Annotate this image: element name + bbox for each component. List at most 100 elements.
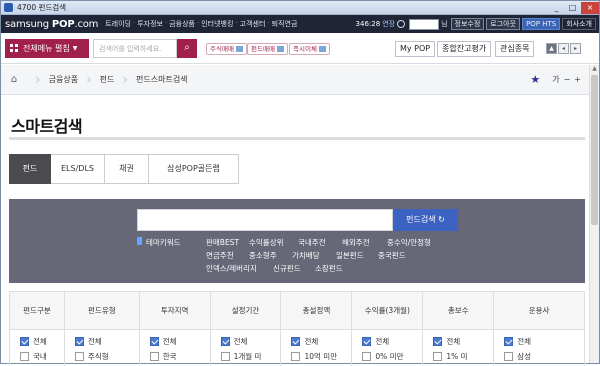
widget-expand-icon[interactable]: ▲	[546, 43, 557, 54]
watchlist-button[interactable]: 관심종목	[495, 41, 535, 57]
font-increase-button[interactable]: +	[574, 75, 581, 84]
product-tabs: 펀드 ELS/DLS 채권 삼성POP골든랩	[9, 154, 239, 184]
checkbox[interactable]	[220, 352, 230, 361]
checkbox-option[interactable]: 주식형	[74, 349, 139, 364]
logout-button[interactable]: 로그아웃	[486, 18, 521, 30]
checkbox-option[interactable]: 1개월 미	[220, 349, 281, 364]
grid-icon	[10, 44, 19, 53]
minimize-button[interactable]: _	[549, 2, 564, 14]
menu-financial-products[interactable]: 금융상품	[169, 19, 195, 29]
checkbox[interactable]	[74, 352, 84, 361]
chart-icon	[235, 46, 243, 52]
keyword-link[interactable]: 가치배당	[292, 250, 320, 261]
keyword-link[interactable]: 수익률상위	[249, 237, 284, 248]
checkbox-all[interactable]: 전체	[362, 334, 422, 349]
quick-transfer-button[interactable]: 즉시이체	[289, 43, 330, 55]
checkbox-all[interactable]: 전체	[220, 334, 281, 349]
site-search-input[interactable]: 검색어를 입력하세요.	[93, 39, 177, 58]
checkbox[interactable]	[362, 337, 372, 346]
vertical-scrollbar[interactable]: ▲	[589, 65, 599, 363]
user-name-field	[409, 18, 440, 30]
keyword-link[interactable]: 중국펀드	[378, 250, 406, 261]
tab-bond[interactable]: 채권	[105, 154, 149, 184]
tab-golden-wrap[interactable]: 삼성POP골든랩	[149, 154, 239, 184]
checkbox-option[interactable]: 0% 미만	[362, 349, 422, 364]
fund-search-input[interactable]	[137, 209, 393, 231]
checkbox[interactable]	[149, 352, 159, 361]
menu-trading[interactable]: 트레이딩	[105, 19, 131, 29]
menu-internet-banking[interactable]: 인터넷뱅킹	[201, 19, 233, 29]
close-button[interactable]: ×	[581, 1, 599, 14]
breadcrumb-smart-search[interactable]: 펀드스마트검색	[136, 74, 188, 85]
maximize-button[interactable]: □	[565, 2, 580, 14]
fund-search-button[interactable]: 펀드검색 ↻	[393, 209, 458, 231]
home-icon[interactable]: ⌂	[1, 74, 27, 85]
extend-session-link[interactable]: 연장	[382, 19, 395, 29]
keyword-link[interactable]: 인덱스/레버리지	[206, 263, 257, 274]
checkbox-option[interactable]: 국내	[20, 349, 64, 364]
font-decrease-button[interactable]: −	[564, 75, 571, 84]
keyword-link[interactable]: 일본펀드	[336, 250, 364, 261]
checkbox[interactable]	[20, 337, 29, 346]
my-pop-button[interactable]: My POP	[395, 41, 436, 57]
checkbox[interactable]	[504, 352, 514, 361]
all-menu-button[interactable]: 전체메뉴 펼침 ▼	[5, 39, 89, 58]
pop-hts-button[interactable]: POP HTS	[522, 18, 561, 30]
checkbox[interactable]	[362, 352, 372, 361]
checkbox-all[interactable]: 전체	[20, 334, 64, 349]
keyword-link[interactable]: 해외주전	[342, 237, 370, 248]
menu-invest-info[interactable]: 투자정보	[137, 19, 163, 29]
menu-pension[interactable]: 퇴직연금	[272, 19, 298, 29]
breadcrumb-products[interactable]: 금융상품	[49, 74, 78, 85]
checkbox-option[interactable]: 10억 미만	[291, 349, 351, 364]
keyword-link[interactable]: 판매BEST	[206, 237, 239, 248]
keyword-link[interactable]: 중소형주	[249, 250, 277, 261]
quick-fund-trade-button[interactable]: 펀드매매	[247, 43, 288, 55]
gear-icon[interactable]	[397, 20, 406, 28]
card-icon	[276, 46, 284, 52]
tab-els-dls[interactable]: ELS/DLS	[51, 154, 105, 184]
tab-fund[interactable]: 펀드	[9, 154, 51, 184]
checkbox-all[interactable]: 전체	[291, 334, 351, 349]
checkbox-option[interactable]: 삼성	[504, 349, 584, 364]
title-divider	[9, 137, 585, 140]
scroll-up-icon[interactable]: ▲	[590, 65, 599, 74]
breadcrumb-fund[interactable]: 펀드	[100, 74, 115, 85]
keyword-link[interactable]: 국내주전	[298, 237, 326, 248]
checkbox[interactable]	[74, 337, 84, 346]
edit-info-button[interactable]: 정보수정	[450, 18, 485, 30]
checkbox[interactable]	[291, 352, 301, 361]
checkbox[interactable]	[433, 352, 443, 361]
filter-cell: 전체 국내	[9, 329, 65, 366]
company-intro-link[interactable]: 회사소개	[562, 18, 596, 30]
keyword-link[interactable]: 소장펀드	[315, 263, 343, 274]
keyword-link[interactable]: 중수익/안정형	[387, 237, 431, 248]
scrollbar-thumb[interactable]	[591, 75, 598, 225]
checkbox-all[interactable]: 전체	[433, 334, 493, 349]
checkbox[interactable]	[220, 337, 230, 346]
widget-prev-icon[interactable]: ◂	[558, 43, 569, 54]
checkbox-all[interactable]: 전체	[74, 334, 139, 349]
checkbox[interactable]	[433, 337, 443, 346]
search-button[interactable]: ⌕	[177, 39, 197, 58]
samsung-pop-logo[interactable]: samsung POP.com	[5, 19, 98, 30]
total-balance-button[interactable]: 종합잔고평가	[437, 41, 492, 57]
star-icon[interactable]: ★	[530, 73, 540, 86]
checkbox-all[interactable]: 전체	[149, 334, 210, 349]
checkbox-option[interactable]: 1% 미	[433, 349, 493, 364]
keyword-link[interactable]: 신규펀드	[273, 263, 301, 274]
top-navigation-bar: samsung POP.com 트레이딩 · 투자정보 · 금융상품 · 인터넷뱅킹 ·…	[1, 15, 599, 33]
keyword-link[interactable]: 연금주천	[206, 250, 234, 261]
checkbox[interactable]	[291, 337, 301, 346]
fund-search-panel: 펀드검색 ↻ 테마키워드 판매BEST 수익률상위 국내주전 해외주전 중수익/…	[9, 199, 585, 283]
filter-cell: 전체 0% 미만	[351, 329, 424, 366]
checkbox-all[interactable]: 전체	[504, 334, 584, 349]
checkbox[interactable]	[504, 337, 514, 346]
widget-next-icon[interactable]: ▸	[570, 43, 581, 54]
checkbox[interactable]	[20, 352, 29, 361]
checkbox-option[interactable]: 한국	[149, 349, 210, 364]
menu-customer-center[interactable]: 고객센터	[240, 19, 266, 29]
filter-cell: 전체 삼성	[493, 329, 585, 366]
quick-stock-trade-button[interactable]: 주식매매	[206, 43, 247, 55]
checkbox[interactable]	[149, 337, 159, 346]
